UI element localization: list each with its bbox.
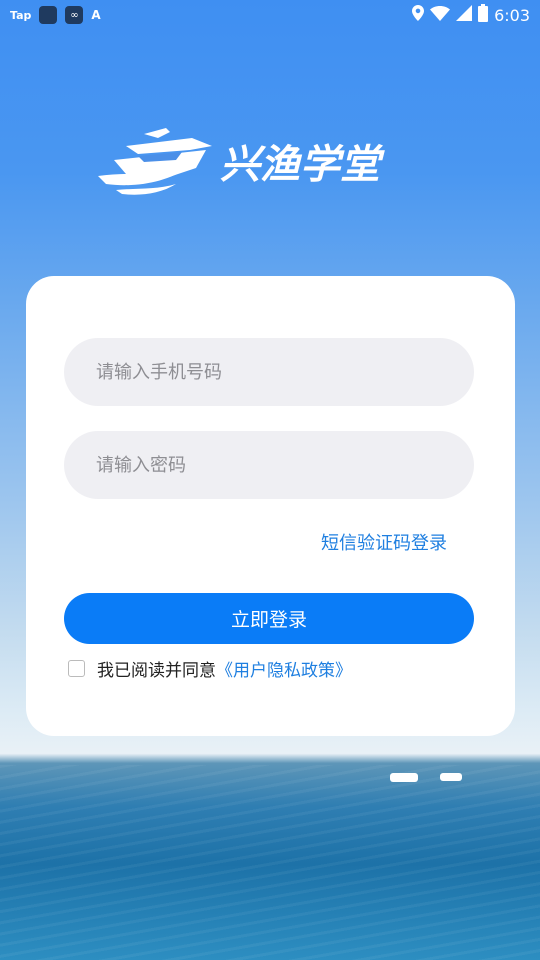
- agreement-row: 我已阅读并同意 《用户隐私政策》: [68, 656, 352, 681]
- font-app-icon: A: [91, 8, 101, 22]
- taptap-icon: Tap: [10, 8, 32, 22]
- privacy-policy-link[interactable]: 《用户隐私政策》: [216, 656, 352, 681]
- login-button[interactable]: 立即登录: [64, 593, 474, 644]
- agreement-text: 我已阅读并同意: [97, 661, 216, 681]
- brand-logo: 兴渔学堂: [96, 124, 406, 202]
- login-card: 短信验证码登录 立即登录 我已阅读并同意 《用户隐私政策》: [26, 276, 515, 736]
- boat-left: [390, 773, 418, 782]
- logo-text: 兴渔学堂: [220, 141, 385, 188]
- infinity-app-icon: ∞: [65, 6, 84, 24]
- sms-login-link[interactable]: 短信验证码登录: [321, 529, 447, 555]
- status-bar: Tap ∞ A 6:03: [0, 0, 540, 28]
- agreement-checkbox[interactable]: [68, 660, 85, 677]
- status-bar-left: Tap ∞ A: [10, 6, 101, 24]
- boat-right: [440, 773, 462, 781]
- phone-input[interactable]: [64, 338, 474, 406]
- location-icon: [412, 5, 425, 25]
- signal-icon: [456, 5, 473, 25]
- wifi-icon: [430, 5, 451, 25]
- boat-logo-icon: 兴渔学堂: [98, 128, 385, 195]
- sea-waves: [0, 765, 540, 960]
- status-time: 6:03: [494, 5, 530, 25]
- status-bar-right: 6:03: [412, 4, 530, 26]
- app-square-icon: [39, 6, 58, 24]
- battery-icon: [478, 4, 489, 26]
- password-input[interactable]: [64, 431, 474, 499]
